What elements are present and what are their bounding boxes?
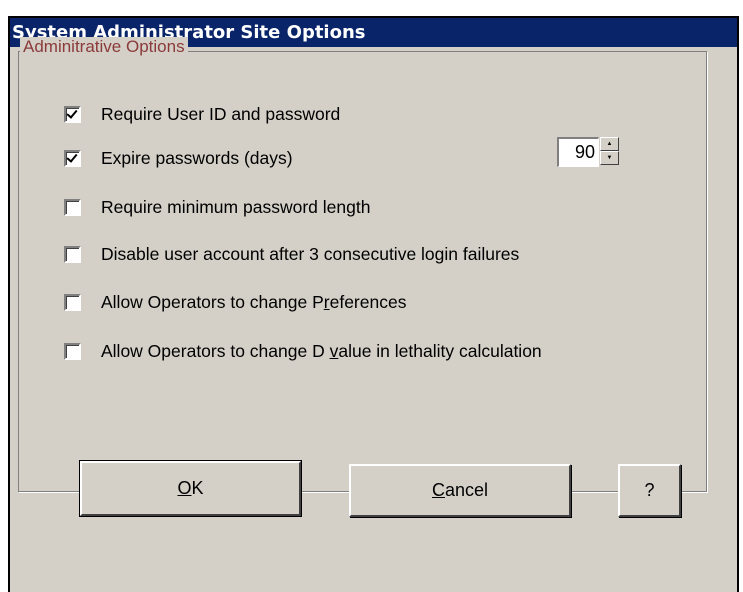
checkbox[interactable] bbox=[64, 149, 81, 167]
expire-days-input[interactable]: 90 bbox=[557, 137, 599, 167]
option-disable-account[interactable]: Disable user account after 3 consecutive… bbox=[64, 242, 519, 266]
spin-down-button[interactable]: ▼ bbox=[600, 151, 619, 165]
option-label: Allow Operators to change D value in let… bbox=[101, 340, 542, 361]
option-label: Disable user account after 3 consecutive… bbox=[101, 243, 520, 264]
checkbox[interactable] bbox=[64, 245, 81, 263]
checkbox[interactable] bbox=[64, 342, 81, 360]
option-expire-passwords[interactable]: Expire passwords (days) bbox=[64, 146, 293, 170]
cancel-button[interactable]: Cancel bbox=[349, 464, 571, 517]
arrow-up-icon: ▲ bbox=[606, 141, 613, 147]
checkbox[interactable] bbox=[64, 198, 81, 216]
option-change-d-value[interactable]: Allow Operators to change D value in let… bbox=[64, 339, 542, 363]
option-label: Require User ID and password bbox=[101, 103, 341, 124]
expire-days-spinner[interactable]: 90 ▲ ▼ bbox=[557, 137, 619, 171]
option-label: Allow Operators to change Preferences bbox=[101, 291, 407, 312]
option-label: Expire passwords (days) bbox=[101, 147, 293, 168]
option-min-password-length[interactable]: Require minimum password length bbox=[64, 195, 370, 219]
spin-up-button[interactable]: ▲ bbox=[600, 137, 619, 151]
ok-button[interactable]: OK bbox=[79, 460, 302, 517]
arrow-down-icon: ▼ bbox=[606, 155, 613, 161]
option-label: Require minimum password length bbox=[101, 196, 371, 217]
checkbox[interactable] bbox=[64, 293, 81, 311]
option-change-preferences[interactable]: Allow Operators to change Preferences bbox=[64, 290, 406, 314]
help-button[interactable]: ? bbox=[618, 464, 681, 517]
group-label: Adminitrative Options bbox=[20, 37, 188, 57]
checkbox[interactable] bbox=[64, 105, 81, 123]
option-require-user-id[interactable]: Require User ID and password bbox=[64, 102, 340, 126]
